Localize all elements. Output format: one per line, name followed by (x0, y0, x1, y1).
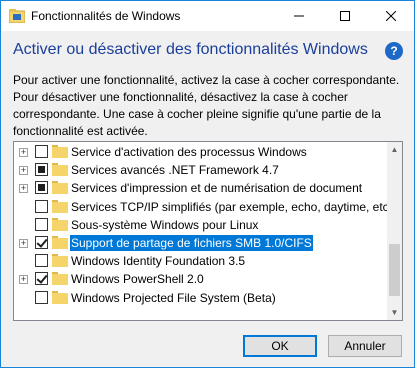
feature-label: Service d'activation des processus Windo… (71, 145, 307, 159)
scroll-thumb[interactable] (389, 244, 400, 296)
scroll-down-icon[interactable]: ▼ (387, 305, 402, 320)
folder-icon (52, 272, 68, 286)
maximize-button[interactable] (322, 1, 368, 31)
feature-checkbox[interactable] (35, 217, 48, 231)
feature-checkbox[interactable] (35, 199, 48, 213)
feature-checkbox[interactable] (35, 290, 48, 304)
feature-checkbox[interactable] (35, 272, 48, 286)
feature-checkbox[interactable] (35, 163, 48, 177)
feature-row[interactable]: Windows Identity Foundation 3.5 (14, 252, 387, 270)
feature-label: Services TCP/IP simplifiés (par exemple,… (71, 199, 397, 214)
feature-label: Windows PowerShell 2.0 (71, 272, 204, 287)
expand-icon[interactable]: + (19, 184, 28, 194)
minimize-icon (294, 15, 304, 17)
ok-button[interactable]: OK (243, 335, 317, 357)
vertical-scrollbar[interactable]: ▲ ▼ (387, 142, 402, 320)
instructions-text: Pour activer une fonctionnalité, activez… (13, 73, 400, 138)
cancel-button[interactable]: Annuler (328, 335, 402, 357)
feature-row[interactable]: Sous-système Windows pour Linux (14, 216, 387, 234)
feature-checkbox[interactable] (35, 145, 48, 158)
feature-label: Windows Identity Foundation 3.5 (71, 254, 246, 269)
folder-icon (52, 217, 68, 231)
close-icon (386, 11, 396, 21)
feature-row[interactable]: + Service d'activation des processus Wind… (14, 143, 387, 161)
expand-icon[interactable]: + (19, 148, 28, 157)
windows-features-icon (9, 9, 25, 23)
folder-icon (52, 163, 68, 177)
folder-icon (52, 199, 68, 213)
folder-icon (52, 254, 68, 268)
expand-icon[interactable]: + (19, 275, 28, 285)
features-list: + Service d'activation des processus Wind… (14, 142, 396, 320)
feature-label: Support de partage de fichiers SMB 1.0/C… (70, 235, 313, 251)
feature-checkbox[interactable] (35, 254, 48, 268)
title-bar[interactable]: Fonctionnalités de Windows (1, 1, 414, 31)
feature-label: Sous-système Windows pour Linux (71, 217, 259, 232)
window-title: Fonctionnalités de Windows (31, 9, 181, 23)
feature-label: Services d'impression et de numérisation… (71, 181, 363, 196)
feature-row[interactable]: + Services d'impression et de numérisatio… (14, 179, 387, 197)
help-icon[interactable]: ? (385, 42, 403, 60)
minimize-button[interactable] (276, 1, 322, 31)
folder-icon (52, 145, 68, 158)
feature-checkbox[interactable] (35, 236, 48, 249)
feature-checkbox[interactable] (35, 181, 48, 195)
expand-icon[interactable]: + (19, 239, 28, 248)
feature-label: Windows Projected File System (Beta) (71, 290, 276, 305)
scroll-up-icon[interactable]: ▲ (387, 142, 402, 157)
features-tree[interactable]: + Service d'activation des processus Wind… (13, 141, 403, 321)
folder-icon (52, 181, 68, 195)
feature-row[interactable]: + Windows PowerShell 2.0 (14, 270, 387, 288)
feature-label: Services avancés .NET Framework 4.7 (71, 163, 279, 178)
close-button[interactable] (368, 1, 414, 31)
page-title: Activer ou désactiver des fonctionnalité… (13, 41, 368, 58)
feature-row[interactable]: + Services avancés .NET Framework 4.7 (14, 161, 387, 179)
feature-row[interactable]: Services TCP/IP simplifiés (par exemple,… (14, 198, 396, 216)
folder-icon (52, 290, 68, 304)
expand-icon[interactable]: + (19, 166, 28, 176)
feature-row[interactable]: Windows Projected File System (Beta) (14, 289, 387, 307)
feature-row[interactable]: + Support de partage de fichiers SMB 1.0/… (14, 234, 387, 252)
folder-icon (52, 236, 68, 249)
maximize-icon (340, 11, 350, 21)
features-dialog: Fonctionnalités de Windows Activer ou dé… (0, 0, 415, 368)
